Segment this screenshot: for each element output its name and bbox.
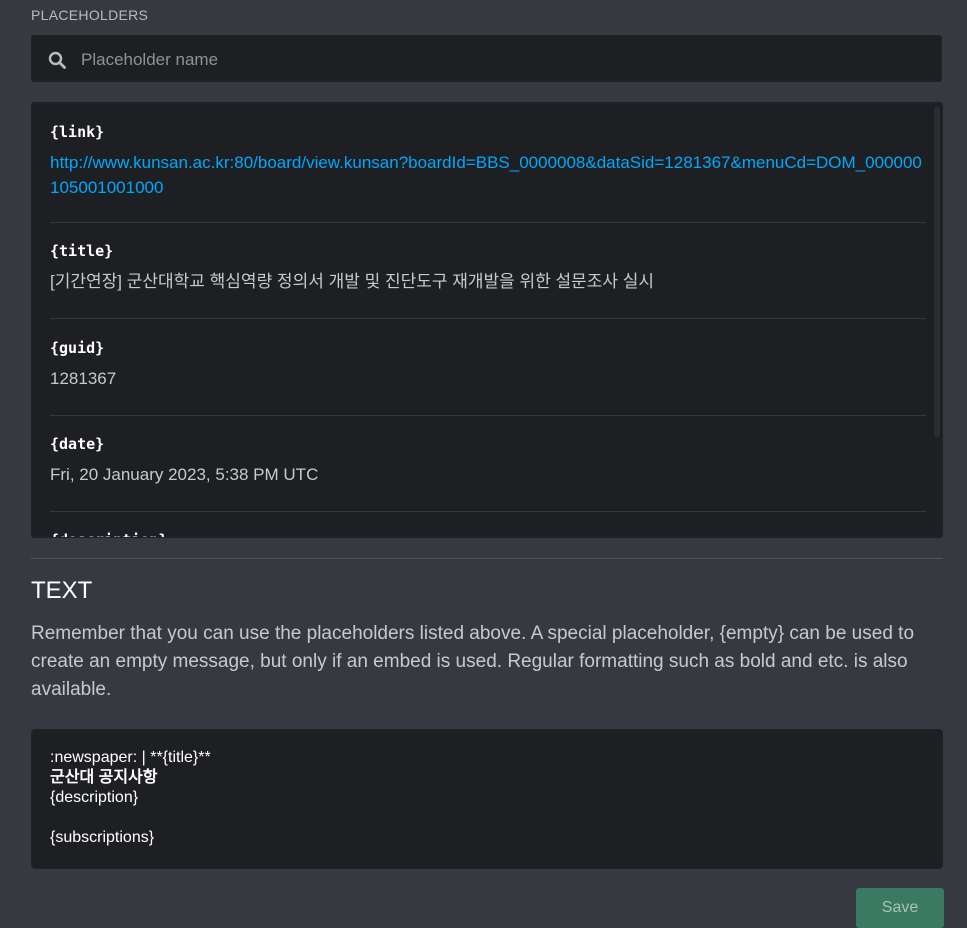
placeholder-search[interactable]	[31, 35, 942, 83]
text-heading: TEXT	[31, 577, 93, 604]
editor-line: 군산대 공지사항	[50, 769, 158, 786]
section-divider	[31, 558, 943, 559]
search-input[interactable]	[79, 36, 933, 83]
placeholder-value: [기간연장] 군산대학교 핵심역량 정의서 개발 및 진단도구 재개발을 위한 …	[50, 272, 655, 291]
placeholder-key: {date}	[50, 435, 105, 453]
scrollbar[interactable]	[934, 107, 940, 437]
placeholder-key: {title}	[50, 242, 114, 260]
text-description: Remember that you can use the placeholde…	[31, 623, 915, 700]
search-icon	[48, 51, 66, 69]
editor-line: :newspaper: | **{title}**	[50, 749, 211, 766]
placeholder-value: Fri, 20 January 2023, 5:38 PM UTC	[50, 465, 319, 484]
placeholder-item-guid: {guid} 1281367	[50, 339, 926, 416]
placeholder-item-title: {title} [기간연장] 군산대학교 핵심역량 정의서 개발 및 진단도구 …	[50, 242, 926, 319]
save-button[interactable]: Save	[856, 888, 944, 928]
placeholder-value-link[interactable]: http://www.kunsan.ac.kr:80/board/view.ku…	[50, 150, 926, 200]
editor-line: {description}	[50, 789, 139, 806]
placeholder-key: {guid}	[50, 339, 105, 357]
message-text-editor[interactable]: :newspaper: | **{title}** 군산대 공지사항 {desc…	[31, 729, 943, 869]
placeholders-heading: PLACEHOLDERS	[31, 7, 149, 23]
placeholder-item-description: {description}	[50, 531, 926, 537]
placeholder-value: 1281367	[50, 369, 117, 388]
placeholder-key: {description}	[50, 531, 926, 537]
placeholder-key: {link}	[50, 123, 105, 141]
placeholder-item-date: {date} Fri, 20 January 2023, 5:38 PM UTC	[50, 435, 926, 512]
editor-line: {subscriptions}	[50, 829, 155, 846]
placeholder-list[interactable]: {link} http://www.kunsan.ac.kr:80/board/…	[31, 102, 943, 538]
placeholder-item-link: {link} http://www.kunsan.ac.kr:80/board/…	[50, 123, 926, 223]
